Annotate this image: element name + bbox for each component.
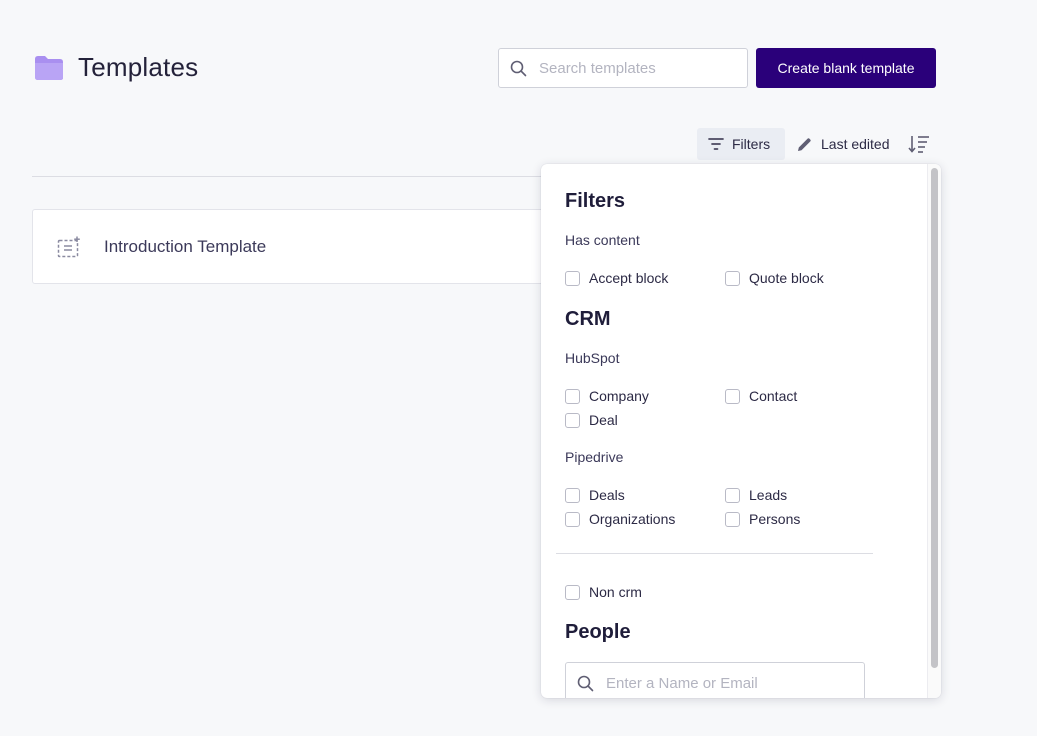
checkbox-organizations[interactable]: Organizations — [565, 511, 675, 527]
checkbox-deal[interactable]: Deal — [565, 412, 618, 428]
checkbox-contact[interactable]: Contact — [725, 388, 797, 404]
pipedrive-label: Pipedrive — [565, 449, 624, 465]
checkbox-leads[interactable]: Leads — [725, 487, 787, 503]
checkbox-box[interactable] — [725, 511, 740, 527]
search-icon — [510, 60, 527, 76]
folder-icon — [35, 55, 63, 80]
people-search-field[interactable] — [565, 662, 865, 698]
checkbox-label: Organizations — [589, 511, 676, 527]
checkbox-deals[interactable]: Deals — [565, 487, 625, 503]
panel-scrollbar[interactable] — [927, 164, 941, 698]
search-input[interactable] — [539, 59, 729, 77]
checkbox-label: Contact — [749, 388, 798, 404]
filters-title: Filters — [565, 190, 626, 212]
hubspot-label: HubSpot — [565, 350, 620, 366]
checkbox-box[interactable] — [565, 388, 580, 404]
search-templates-field[interactable] — [498, 48, 748, 88]
filters-button[interactable]: Filters — [697, 128, 785, 160]
list-divider — [32, 176, 552, 177]
filters-label: Filters — [732, 136, 771, 152]
checkbox-label: Persons — [749, 511, 801, 527]
checkbox-box[interactable] — [725, 270, 740, 286]
page-header: Templates — [34, 52, 198, 83]
sort-direction-button[interactable] — [907, 128, 931, 160]
checkbox-company[interactable]: Company — [565, 388, 649, 404]
sort-by-last-edited[interactable]: Last edited — [796, 128, 890, 160]
pencil-icon — [798, 137, 811, 151]
checkbox-label: Deal — [589, 412, 618, 428]
checkbox-box[interactable] — [725, 487, 740, 503]
has-content-label: Has content — [565, 232, 640, 248]
panel-divider — [556, 553, 873, 554]
crm-title: CRM — [565, 308, 611, 330]
page-title: Templates — [78, 52, 199, 82]
template-card[interactable]: Introduction Template — [32, 209, 572, 284]
filters-panel: Filters Has content Accept block Quote b… — [541, 164, 941, 698]
template-icon — [57, 236, 80, 257]
scrollbar-thumb[interactable] — [931, 168, 938, 668]
filter-icon — [708, 138, 724, 150]
sort-label: Last edited — [821, 136, 890, 152]
checkbox-label: Non crm — [589, 584, 642, 600]
checkbox-box[interactable] — [565, 412, 580, 428]
search-icon — [577, 675, 594, 691]
checkbox-non-crm[interactable]: Non crm — [565, 584, 642, 600]
checkbox-label: Company — [589, 388, 649, 404]
create-blank-template-button[interactable]: Create blank template — [756, 48, 936, 88]
checkbox-label: Quote block — [749, 270, 824, 286]
checkbox-box[interactable] — [725, 388, 740, 404]
checkbox-persons[interactable]: Persons — [725, 511, 800, 527]
checkbox-box[interactable] — [565, 584, 580, 600]
checkbox-box[interactable] — [565, 487, 580, 503]
checkbox-label: Deals — [589, 487, 625, 503]
people-search-input[interactable] — [606, 674, 856, 692]
sort-descending-icon — [908, 136, 929, 153]
checkbox-label: Accept block — [589, 270, 669, 286]
checkbox-label: Leads — [749, 487, 788, 503]
checkbox-accept-block[interactable]: Accept block — [565, 270, 668, 286]
checkbox-quote-block[interactable]: Quote block — [725, 270, 824, 286]
checkbox-box[interactable] — [565, 270, 580, 286]
template-name: Introduction Template — [104, 236, 267, 256]
people-title: People — [565, 621, 631, 643]
checkbox-box[interactable] — [565, 511, 580, 527]
